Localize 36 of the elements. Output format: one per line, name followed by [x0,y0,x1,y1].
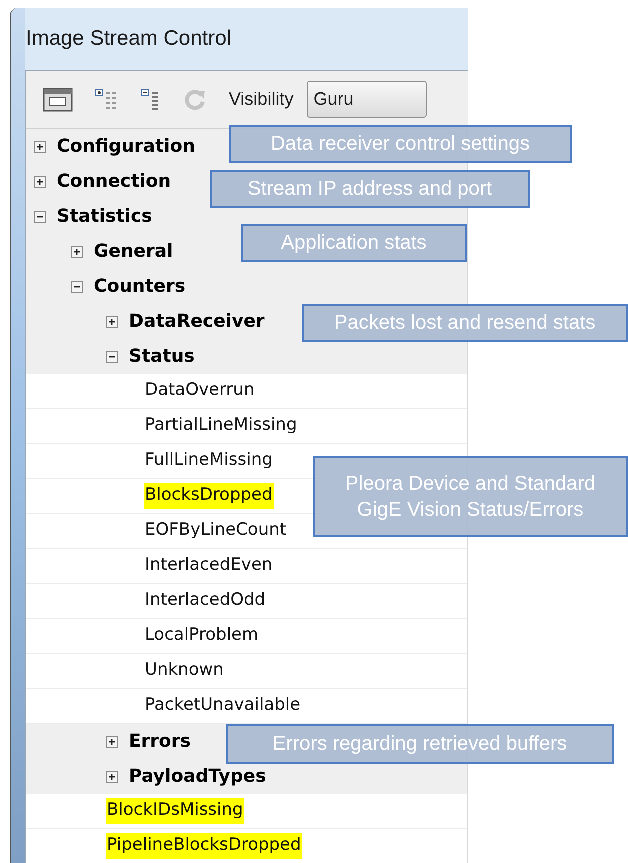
expand-all-icon[interactable] [95,88,119,112]
expand-icon[interactable] [106,316,118,328]
expand-icon[interactable] [71,246,83,258]
expand-icon[interactable] [34,176,46,188]
properties-icon[interactable] [43,88,73,112]
tree-item-label[interactable]: PipelineBlocksDropped [106,833,302,859]
tree-group-label[interactable]: General [94,238,174,265]
callout-note: Data receiver control settings [229,125,572,163]
tree-group-label[interactable]: DataReceiver [129,308,265,335]
tree-group-label[interactable]: Configuration [57,133,196,160]
expand-icon[interactable] [106,736,118,748]
collapse-icon[interactable] [34,210,46,222]
expand-icon[interactable] [34,140,46,152]
callout-note: Pleora Device and Standard GigE Vision Status/Errors [313,456,628,537]
visibility-dropdown[interactable]: Guru [306,81,427,118]
callout-note: Errors regarding retrieved buffers [226,724,614,764]
tree-group-label[interactable]: Errors [129,728,192,755]
collapse-icon[interactable] [71,280,83,292]
collapse-all-icon[interactable] [141,88,161,112]
collapse-icon[interactable] [106,350,118,362]
callout-note: Application stats [241,224,467,262]
tree-item-label[interactable]: LocalProblem [144,623,260,649]
tree-group-label[interactable]: Statistics [57,203,152,230]
tree-group-label[interactable]: Connection [57,168,172,195]
tree-group-label[interactable]: Counters [94,273,186,300]
tree-group-label[interactable]: Status [129,343,195,370]
callout-note: Packets lost and resend stats [302,304,628,342]
expand-icon[interactable] [106,770,118,782]
tree-item-label[interactable]: BlocksDropped [144,483,274,509]
window-title: Image Stream Control [26,26,232,52]
tree-item-label[interactable]: BlockIDsMissing [106,798,244,824]
tree-item-label[interactable]: Unknown [144,658,225,684]
callout-note: Stream IP address and port [210,170,530,208]
tree-item-label[interactable]: DataOverrun [144,378,256,404]
visibility-label: Visibility [229,88,294,111]
tree-group-label[interactable]: PayloadTypes [129,763,266,790]
